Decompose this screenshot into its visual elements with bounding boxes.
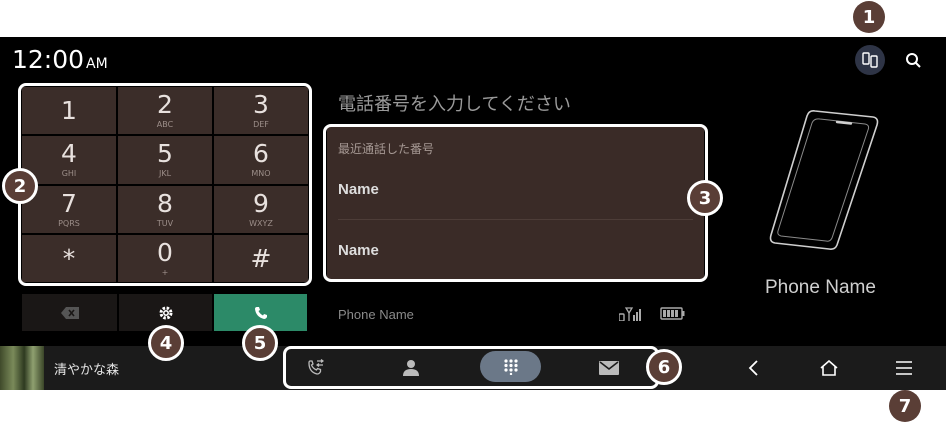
album-art[interactable] bbox=[0, 346, 44, 390]
key-digit: 8 bbox=[157, 188, 173, 218]
callout-badge: 4 bbox=[148, 325, 184, 361]
dial-prompt: 電話番号を入力してください bbox=[338, 94, 571, 115]
phone-screen: 12:00 AM 1 2 ABC 3 DEF 4 GHI 5 JKL 6 MNO 7 PQRS 8 TUV 9 W… bbox=[0, 37, 946, 390]
key-digit: 4 bbox=[61, 139, 77, 169]
phone-illustration bbox=[769, 110, 879, 250]
key-0[interactable]: 0 + bbox=[118, 234, 212, 282]
key-1[interactable]: 1 bbox=[22, 87, 116, 135]
key-letters: ABC bbox=[156, 120, 174, 130]
callout-badge: 1 bbox=[853, 1, 885, 33]
key-letters: TUV bbox=[156, 218, 174, 228]
recent-call-item[interactable]: Name bbox=[338, 181, 379, 198]
bottom-bar: 清やかな森 bbox=[0, 346, 946, 390]
key-3[interactable]: 3 DEF bbox=[214, 87, 308, 135]
gear-icon bbox=[159, 306, 172, 319]
callout-badge: 3 bbox=[687, 180, 723, 216]
keypad-tab[interactable] bbox=[480, 351, 541, 382]
key-letters: MNO bbox=[251, 169, 271, 179]
menu-icon[interactable] bbox=[884, 346, 924, 390]
recent-call-item[interactable]: Name bbox=[338, 242, 379, 259]
keypad-icon bbox=[503, 358, 518, 375]
search-icon[interactable] bbox=[898, 45, 928, 75]
media-title[interactable]: 清やかな森 bbox=[54, 359, 119, 378]
key-letters: JKL bbox=[158, 169, 172, 179]
key-4[interactable]: 4 GHI bbox=[22, 136, 116, 184]
key-6[interactable]: 6 MNO bbox=[214, 136, 308, 184]
key-digit: 2 bbox=[157, 90, 173, 120]
key-digit: 1 bbox=[61, 96, 77, 126]
key-9[interactable]: 9 WXYZ bbox=[214, 185, 308, 233]
key-letters: DEF bbox=[253, 120, 269, 130]
callout-badge: 2 bbox=[2, 168, 38, 204]
key-digit: 3 bbox=[253, 90, 269, 120]
signal-icon bbox=[619, 307, 641, 321]
battery-icon bbox=[660, 307, 685, 320]
key-digit: 7 bbox=[61, 188, 77, 218]
connected-phone-name: Phone Name bbox=[338, 307, 414, 322]
dial-keypad: 1 2 ABC 3 DEF 4 GHI 5 JKL 6 MNO 7 PQRS 8 TUV 9 WXYZ * 0 + # bbox=[22, 87, 308, 282]
key-digit: # bbox=[250, 243, 272, 273]
callout-badge: 5 bbox=[242, 325, 278, 361]
key-letters: + bbox=[161, 267, 169, 277]
key-digit: 6 bbox=[253, 139, 269, 169]
backspace-button[interactable] bbox=[22, 294, 117, 331]
key-digit: 5 bbox=[157, 139, 173, 169]
phone-switch-icon[interactable] bbox=[855, 45, 885, 75]
backspace-icon bbox=[60, 306, 79, 319]
key-digit: 0 bbox=[157, 237, 173, 267]
recent-calls-header: 最近通話した番号 bbox=[338, 142, 435, 156]
key-letters: GHI bbox=[61, 169, 77, 179]
back-icon[interactable] bbox=[734, 346, 774, 390]
recent-calls-panel: 最近通話した番号 Name Name bbox=[327, 127, 704, 279]
key-hash[interactable]: # bbox=[214, 234, 308, 282]
key-8[interactable]: 8 TUV bbox=[118, 185, 212, 233]
callout-badge: 6 bbox=[646, 349, 682, 385]
message-icon[interactable] bbox=[589, 346, 629, 390]
device-phone-name: Phone Name bbox=[765, 277, 876, 298]
call-history-icon[interactable] bbox=[296, 346, 336, 390]
key-letters: PQRS bbox=[58, 218, 80, 228]
contacts-icon[interactable] bbox=[391, 346, 431, 390]
key-2[interactable]: 2 ABC bbox=[118, 87, 212, 135]
phone-icon bbox=[254, 306, 267, 319]
key-letters: WXYZ bbox=[249, 218, 273, 228]
clock: 12:00 AM bbox=[12, 45, 108, 74]
home-icon[interactable] bbox=[809, 346, 849, 390]
divider bbox=[338, 219, 693, 220]
key-5[interactable]: 5 JKL bbox=[118, 136, 212, 184]
key-star[interactable]: * bbox=[22, 234, 116, 282]
key-digit: * bbox=[62, 243, 76, 273]
key-digit: 9 bbox=[253, 188, 269, 218]
callout-badge: 7 bbox=[889, 390, 921, 422]
